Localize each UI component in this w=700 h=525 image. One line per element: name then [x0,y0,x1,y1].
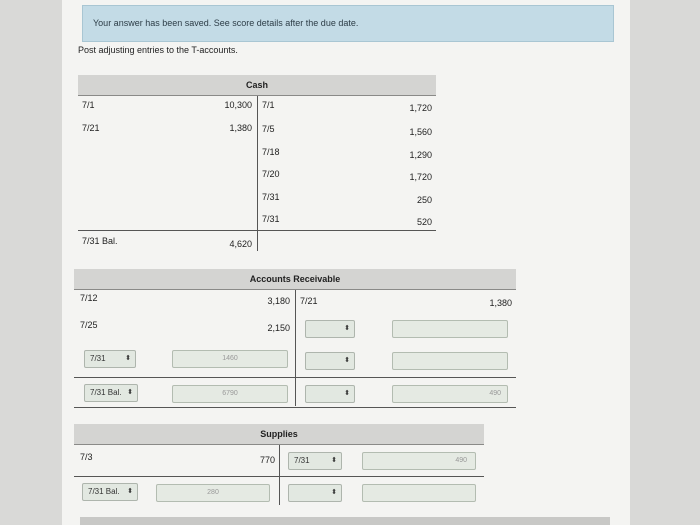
cash-credit-date: 7/5 [262,124,275,134]
supplies-debit-amount: 770 [259,455,275,465]
select-arrow-icon: ⬍ [331,489,337,496]
supplies-balance-credit-date-select[interactable]: ⬍ [288,484,342,502]
cash-credit-amount: 520 [416,217,432,227]
cash-debit-date: 7/1 [82,100,95,110]
select-arrow-icon: ⬍ [127,389,133,396]
saved-banner: Your answer has been saved. See score de… [82,5,614,42]
ar-debit-amount: 2,150 [267,323,290,333]
instruction-text: Post adjusting entries to the T-accounts… [78,45,238,55]
ar-balance-credit-amount-input[interactable]: 490 [392,385,508,403]
ar-balance-date-select-value: 7/31 Bal. [90,388,122,397]
ar-balance-date-select[interactable]: 7/31 Bal. ⬍ [84,384,138,402]
ar-debit-date: 7/25 [80,320,98,330]
cash-credit-date: 7/20 [262,169,280,179]
ar-credit-amount-input[interactable] [392,352,508,370]
ar-date-select[interactable]: 7/31 ⬍ [84,350,136,368]
cash-balance-divider [257,231,258,251]
supplies-credit-date-select-value: 7/31 [294,456,310,465]
cash-credit-amount: 1,720 [409,172,432,182]
supplies-balance-date-select[interactable]: 7/31 Bal. ⬍ [82,483,138,501]
supplies-total-rule [74,476,484,477]
cash-credit-date: 7/31 [262,214,280,224]
ar-title: Accounts Receivable [74,269,516,290]
cash-title: Cash [78,75,436,96]
cash-debit-date: 7/21 [82,123,100,133]
supplies-balance-date-select-value: 7/31 Bal. [88,487,120,496]
ar-total-rule [74,377,516,378]
select-arrow-icon: ⬍ [344,357,350,364]
supplies-credit-date-select[interactable]: 7/31 ⬍ [288,452,342,470]
supplies-title: Supplies [74,424,484,445]
ar-balance-amount-input[interactable]: 6790 [172,385,288,403]
saved-banner-text: Your answer has been saved. See score de… [93,18,359,28]
select-arrow-icon: ⬍ [344,390,350,397]
cash-credit-amount: 1,560 [409,127,432,137]
ar-credit-amount: 1,380 [489,298,512,308]
select-arrow-icon: ⬍ [344,325,350,332]
supplies-balance-credit-amount-input[interactable] [362,484,476,502]
cash-debit-amount: 1,380 [229,123,252,133]
ar-date-select-value: 7/31 [90,354,106,363]
ar-credit-date-select[interactable]: ⬍ [305,320,355,338]
ar-credit-date-select[interactable]: ⬍ [305,352,355,370]
cash-credit-amount: 1,290 [409,150,432,160]
ar-bottom-rule [74,407,516,408]
supplies-debit-date: 7/3 [80,452,93,462]
supplies-balance-amount-input[interactable]: 280 [156,484,270,502]
cash-divider [257,96,258,230]
page: Your answer has been saved. See score de… [62,0,630,525]
cash-credit-amount: 1,720 [409,103,432,113]
select-arrow-icon: ⬍ [125,355,131,362]
ar-debit-amount-input[interactable]: 1460 [172,350,288,368]
ar-divider [295,290,296,406]
ar-credit-amount-input[interactable] [392,320,508,338]
cash-credit-amount: 250 [416,195,432,205]
cash-balance-label: 7/31 Bal. [82,236,118,246]
ar-debit-date: 7/12 [80,293,98,303]
cash-balance-amount: 4,620 [229,239,252,249]
cash-credit-date: 7/18 [262,147,280,157]
cash-credit-date: 7/31 [262,192,280,202]
ar-credit-date: 7/21 [300,296,318,306]
supplies-credit-amount-input[interactable]: 490 [362,452,476,470]
ar-balance-credit-date-select[interactable]: ⬍ [305,385,355,403]
ar-debit-amount: 3,180 [267,296,290,306]
select-arrow-icon: ⬍ [127,488,133,495]
select-arrow-icon: ⬍ [331,457,337,464]
cash-debit-amount: 10,300 [224,100,252,110]
supplies-divider [279,445,280,505]
next-section-edge [80,517,610,525]
cash-credit-date: 7/1 [262,100,275,110]
